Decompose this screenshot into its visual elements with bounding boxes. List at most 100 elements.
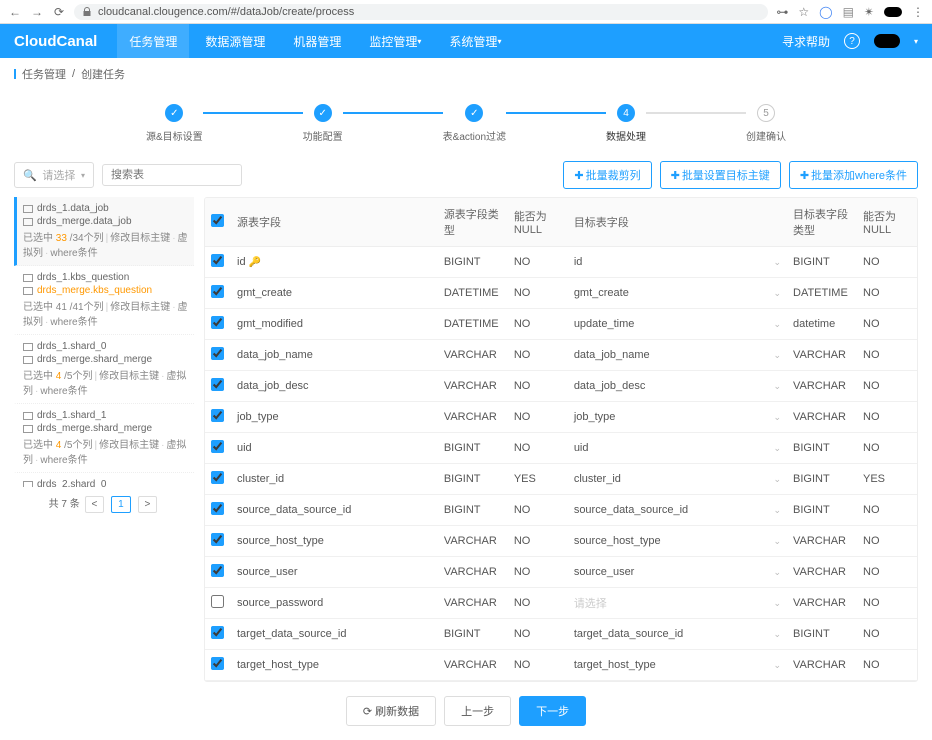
page-prev[interactable]: < — [85, 496, 105, 513]
row-checkbox[interactable] — [211, 564, 224, 577]
row-checkbox[interactable] — [211, 533, 224, 546]
tgt-type: VARCHAR — [787, 526, 857, 557]
tgt-field-select[interactable]: cluster_id⌄ — [574, 473, 781, 485]
tgt-field-select[interactable]: source_data_source_id⌄ — [574, 504, 781, 516]
step-2[interactable]: ✓ — [314, 104, 332, 122]
nav-items: 任务管理 数据源管理 机器管理 监控管理 ▾ 系统管理 ▾ — [117, 24, 513, 58]
apps-icon[interactable]: ◯ — [819, 5, 832, 19]
page-1[interactable]: 1 — [111, 496, 131, 513]
nav-item-tasks[interactable]: 任务管理 — [117, 24, 189, 58]
tgt-field-select[interactable]: uid⌄ — [574, 442, 781, 454]
row-checkbox[interactable] — [211, 285, 224, 298]
tgt-field-select[interactable]: target_host_type⌄ — [574, 659, 781, 671]
row-checkbox[interactable] — [211, 440, 224, 453]
star-icon[interactable]: ☆ — [798, 5, 809, 19]
tgt-null: NO — [857, 557, 917, 588]
row-checkbox[interactable] — [211, 595, 224, 608]
row-checkbox[interactable] — [211, 378, 224, 391]
page-next[interactable]: > — [138, 496, 158, 513]
src-null: NO — [508, 278, 568, 309]
tgt-field-select[interactable]: id⌄ — [574, 256, 781, 268]
next-step-button[interactable]: 下一步 — [519, 696, 586, 726]
tgt-field-select[interactable]: source_host_type⌄ — [574, 535, 781, 547]
pagination: 共 7 条 < 1 > — [14, 487, 194, 521]
row-checkbox[interactable] — [211, 254, 224, 267]
sidebar-item[interactable]: drds_2.shard_0 drds_merge.shard_merge 已选… — [14, 473, 194, 487]
search-input[interactable] — [102, 164, 242, 186]
forward-icon[interactable]: → — [30, 5, 44, 19]
row-checkbox[interactable] — [211, 657, 224, 670]
reload-icon[interactable]: ⟳ — [52, 5, 66, 19]
breadcrumb-root[interactable]: 任务管理 — [22, 66, 66, 82]
src-type: BIGINT — [438, 433, 508, 464]
step-4[interactable]: 4 — [617, 104, 635, 122]
tgt-null: NO — [857, 340, 917, 371]
chevron-down-icon: ⌄ — [773, 412, 781, 423]
profile-avatar[interactable] — [884, 7, 902, 17]
row-checkbox[interactable] — [211, 471, 224, 484]
batch-pk-button[interactable]: ✚批量设置目标主键 — [660, 161, 781, 189]
tgt-field-select[interactable]: data_job_name⌄ — [574, 349, 781, 361]
prev-step-button[interactable]: 上一步 — [444, 696, 511, 726]
tgt-null: YES — [857, 464, 917, 495]
nav-item-machine[interactable]: 机器管理 — [281, 24, 353, 58]
refresh-icon: ⟳ — [363, 706, 372, 718]
row-checkbox[interactable] — [211, 502, 224, 515]
src-field: gmt_create — [237, 287, 292, 299]
tgt-field-select[interactable]: update_time⌄ — [574, 318, 781, 330]
step-1[interactable]: ✓ — [165, 104, 183, 122]
sidebar-item[interactable]: drds_1.shard_0 drds_merge.shard_merge 已选… — [14, 335, 194, 404]
table-icon — [23, 425, 33, 433]
select-all-checkbox[interactable] — [211, 214, 224, 227]
tgt-field-select[interactable]: target_data_source_id⌄ — [574, 628, 781, 640]
row-checkbox[interactable] — [211, 409, 224, 422]
step-indicator: ✓源&目标设置 ✓功能配置 ✓表&action过滤 4数据处理 5创建确认 — [0, 90, 932, 153]
ext-icon[interactable]: ▤ — [843, 5, 854, 19]
tgt-field-select[interactable]: 请选择⌄ — [574, 595, 781, 611]
nav-item-datasource[interactable]: 数据源管理 — [193, 24, 277, 58]
puzzle-icon[interactable]: ✴ — [864, 5, 874, 19]
row-checkbox[interactable] — [211, 626, 224, 639]
batch-where-button[interactable]: ✚批量添加where条件 — [789, 161, 918, 189]
table-row: data_job_name VARCHAR NO data_job_name⌄ … — [205, 340, 917, 371]
chevron-down-icon[interactable]: ▾ — [914, 37, 918, 46]
tgt-type: VARCHAR — [787, 402, 857, 433]
help-link[interactable]: 寻求帮助 — [782, 33, 830, 50]
src-null: NO — [508, 340, 568, 371]
key-icon: 🔑 — [249, 257, 261, 268]
src-field: job_type — [237, 411, 279, 423]
tgt-field-select[interactable]: data_job_desc⌄ — [574, 380, 781, 392]
refresh-button[interactable]: ⟳刷新数据 — [346, 696, 436, 726]
step-3[interactable]: ✓ — [465, 104, 483, 122]
sidebar-item[interactable]: drds_1.data_job drds_merge.data_job 已选中 … — [14, 197, 194, 266]
key-icon[interactable]: ⊶ — [776, 5, 788, 19]
logo[interactable]: CloudCanal — [14, 33, 97, 50]
src-type: VARCHAR — [438, 650, 508, 681]
help-icon[interactable]: ? — [844, 33, 860, 49]
src-null: NO — [508, 588, 568, 619]
step-5[interactable]: 5 — [757, 104, 775, 122]
batch-trim-button[interactable]: ✚批量裁剪列 — [563, 161, 651, 189]
sidebar-item[interactable]: drds_1.shard_1 drds_merge.shard_merge 已选… — [14, 404, 194, 473]
chevron-down-icon: ⌄ — [773, 536, 781, 547]
nav-item-system[interactable]: 系统管理 ▾ — [437, 24, 513, 58]
col-tgt-type: 目标表字段类型 — [787, 198, 857, 247]
row-checkbox[interactable] — [211, 316, 224, 329]
user-avatar[interactable] — [874, 34, 900, 48]
tgt-field-select[interactable]: job_type⌄ — [574, 411, 781, 423]
src-field: data_job_name — [237, 349, 313, 361]
back-icon[interactable]: ← — [8, 5, 22, 19]
url-bar[interactable]: cloudcanal.clougence.com/#/dataJob/creat… — [74, 4, 768, 20]
tgt-field-select[interactable]: source_user⌄ — [574, 566, 781, 578]
filter-select[interactable]: 🔍 请选择 ▾ — [14, 162, 94, 188]
col-src-type: 源表字段类型 — [438, 198, 508, 247]
nav-item-monitor[interactable]: 监控管理 ▾ — [357, 24, 433, 58]
menu-icon[interactable]: ⋮ — [912, 5, 924, 19]
tgt-null: NO — [857, 247, 917, 278]
tgt-null: NO — [857, 278, 917, 309]
row-checkbox[interactable] — [211, 347, 224, 360]
sidebar-item[interactable]: drds_1.kbs_question drds_merge.kbs_quest… — [14, 266, 194, 335]
table-row: id 🔑 BIGINT NO id⌄ BIGINT NO — [205, 247, 917, 278]
src-null: NO — [508, 526, 568, 557]
tgt-field-select[interactable]: gmt_create⌄ — [574, 287, 781, 299]
